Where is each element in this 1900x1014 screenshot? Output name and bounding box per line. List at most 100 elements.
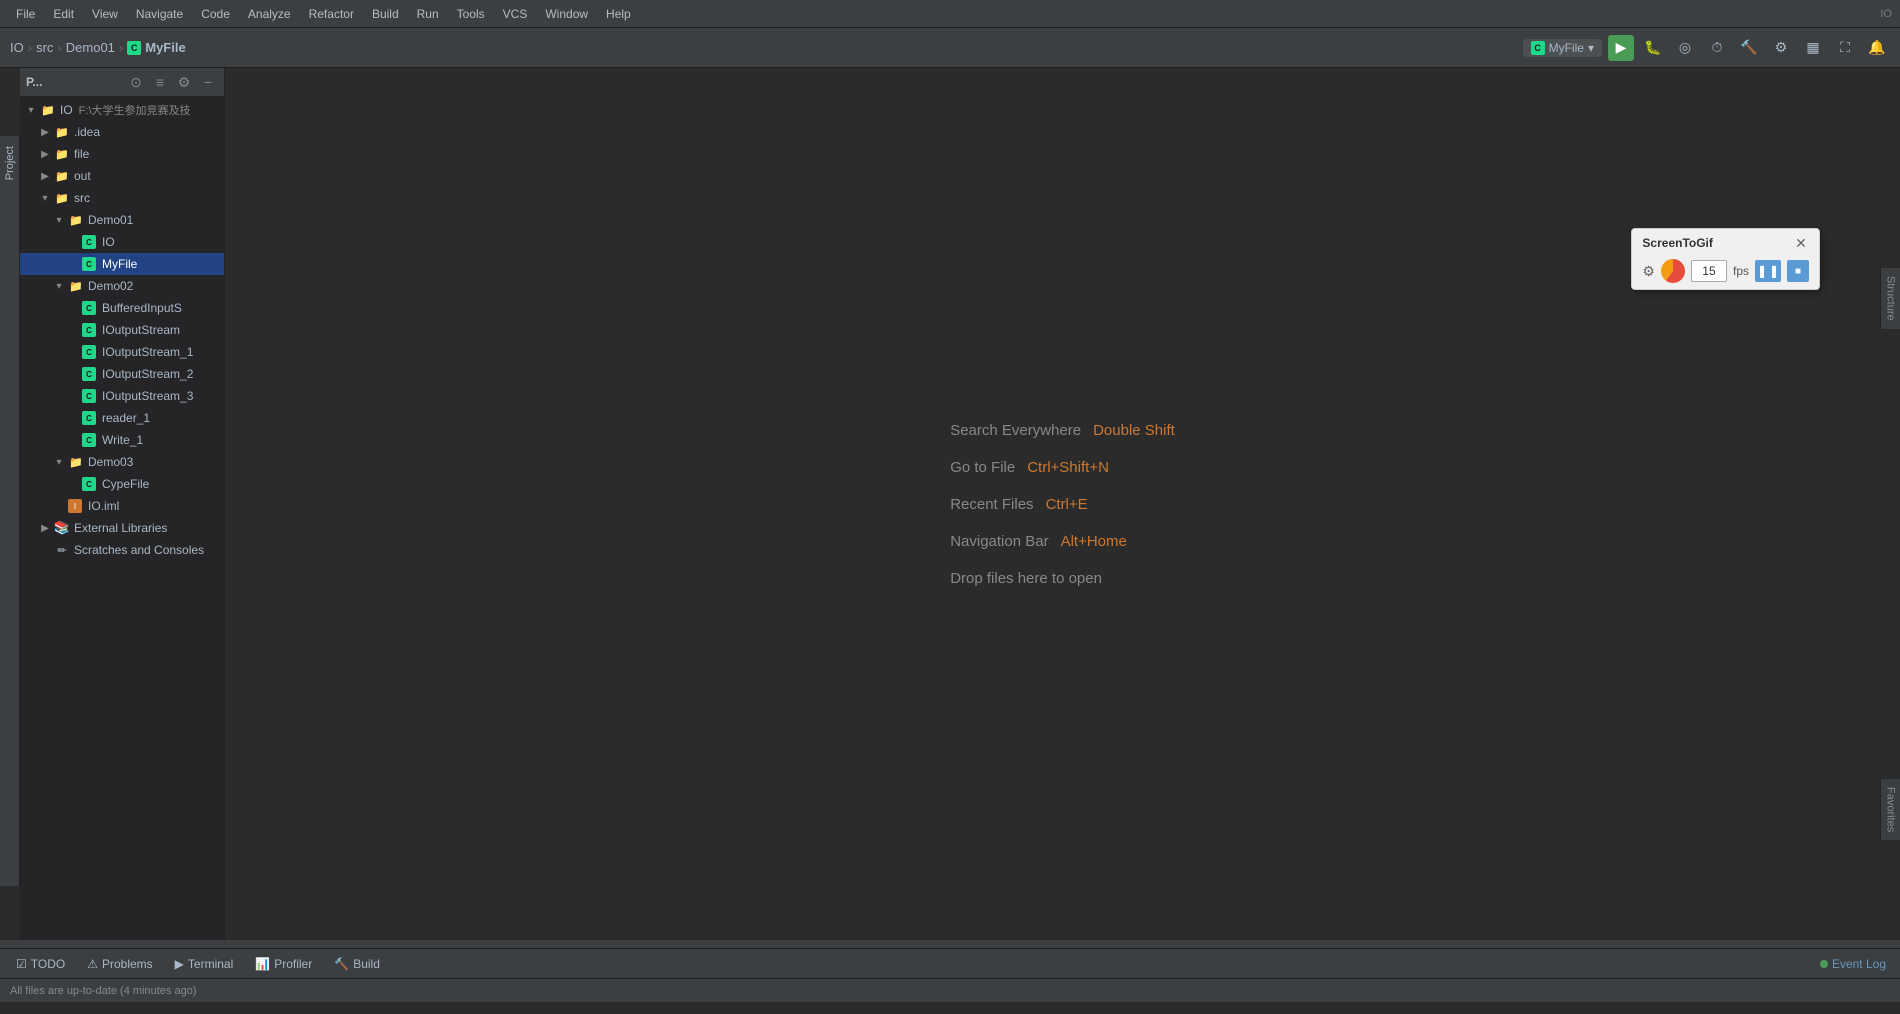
tree-item-out[interactable]: ▶ 📁 out [20, 165, 224, 187]
app-label: IO [1880, 8, 1892, 20]
hint-label-goto: Go to File [950, 459, 1015, 476]
coverage-button[interactable]: ◎ [1672, 35, 1698, 61]
debug-button[interactable]: 🐛 [1640, 35, 1666, 61]
tree-item-idea[interactable]: ▶ 📁 .idea [20, 121, 224, 143]
project-panel: P... ⊙ ≡ ⚙ − ▾ 📁 IO F:\大学生参加竞赛及技 ▶ 📁 .id… [20, 68, 225, 940]
menu-refactor[interactable]: Refactor [301, 5, 362, 23]
horizontal-scrollbar[interactable] [0, 940, 1900, 948]
class-icon: C [127, 41, 141, 55]
tree-root[interactable]: ▾ 📁 IO F:\大学生参加竞赛及技 [20, 99, 224, 121]
tab-profiler[interactable]: 📊 Profiler [245, 955, 322, 973]
layout-button[interactable]: ▦ [1800, 35, 1826, 61]
iml-icon: I [68, 499, 82, 513]
tree-item-reader[interactable]: ▶ C reader_1 [20, 407, 224, 429]
hint-recent-files[interactable]: Recent Files Ctrl+E [950, 496, 1175, 513]
status-message: All files are up-to-date (4 minutes ago) [10, 985, 196, 997]
tree-item-myfile[interactable]: ▶ C MyFile [20, 253, 224, 275]
tree-label-iml: IO.iml [88, 499, 119, 513]
breadcrumb: IO › src › Demo01 › C MyFile [10, 40, 186, 55]
tab-build[interactable]: 🔨 Build [324, 955, 390, 973]
tree-item-extlib[interactable]: ▶ 📚 External Libraries [20, 517, 224, 539]
notifications-button[interactable]: 🔔 [1864, 35, 1890, 61]
tree-item-iostream2[interactable]: ▶ C IOutputStream_2 [20, 363, 224, 385]
buffered-class-icon: C [82, 301, 96, 315]
tree-label-iostream3: IOutputStream_3 [102, 389, 193, 403]
proj-tool-collapse[interactable]: ≡ [150, 72, 170, 92]
event-log-label: Event Log [1832, 957, 1886, 971]
menu-help[interactable]: Help [598, 5, 639, 23]
menu-bar: File Edit View Navigate Code Analyze Ref… [0, 0, 1900, 28]
menu-edit[interactable]: Edit [45, 5, 82, 23]
iostream3-class-icon: C [82, 389, 96, 403]
event-log[interactable]: Event Log [1812, 955, 1894, 973]
stg-close-button[interactable]: ✕ [1793, 235, 1809, 251]
hint-shortcut-recent: Ctrl+E [1046, 496, 1088, 513]
build-icon: 🔨 [334, 957, 349, 971]
menu-code[interactable]: Code [193, 5, 238, 23]
tree-item-src[interactable]: ▾ 📁 src [20, 187, 224, 209]
tree-item-io[interactable]: ▶ C IO [20, 231, 224, 253]
proj-tool-minimize[interactable]: − [198, 72, 218, 92]
tab-profiler-label: Profiler [274, 957, 312, 971]
file-folder-icon: 📁 [54, 146, 70, 162]
io-class-icon: C [82, 235, 96, 249]
stg-pause-button[interactable]: ❚❚ [1755, 260, 1781, 282]
favorites-tab[interactable]: Favorites [1883, 783, 1899, 836]
tree-label-demo01: Demo01 [88, 213, 133, 227]
menu-run[interactable]: Run [409, 5, 447, 23]
profile-button[interactable]: ⏱ [1704, 35, 1730, 61]
menu-navigate[interactable]: Navigate [128, 5, 191, 23]
menu-build[interactable]: Build [364, 5, 407, 23]
tab-terminal[interactable]: ▶ Terminal [165, 955, 244, 973]
stg-circle[interactable] [1661, 259, 1685, 283]
tree-item-iml[interactable]: ▶ I IO.iml [20, 495, 224, 517]
expand-button[interactable]: ⛶ [1832, 35, 1858, 61]
tree-label-src: src [74, 191, 90, 205]
tree-item-iostream3[interactable]: ▶ C IOutputStream_3 [20, 385, 224, 407]
tree-item-demo02[interactable]: ▾ 📁 Demo02 [20, 275, 224, 297]
tree-item-buffered[interactable]: ▶ C BufferedInputS [20, 297, 224, 319]
menu-file[interactable]: File [8, 5, 43, 23]
proj-tool-locate[interactable]: ⊙ [126, 72, 146, 92]
breadcrumb-src[interactable]: src [36, 40, 53, 55]
run-config-chevron: ▾ [1588, 41, 1594, 55]
tree-item-scratches[interactable]: ▶ ✏ Scratches and Consoles [20, 539, 224, 561]
tree-item-demo01[interactable]: ▾ 📁 Demo01 [20, 209, 224, 231]
stg-fps-input[interactable] [1691, 260, 1727, 282]
tree-item-iostream1[interactable]: ▶ C IOutputStream_1 [20, 341, 224, 363]
breadcrumb-io[interactable]: IO [10, 40, 24, 55]
tree-label-idea: .idea [74, 125, 100, 139]
hint-search-everywhere[interactable]: Search Everywhere Double Shift [950, 422, 1175, 439]
project-side-tab[interactable]: Project [2, 140, 18, 186]
menu-window[interactable]: Window [537, 5, 596, 23]
tree-item-iostream[interactable]: ▶ C IOutputStream [20, 319, 224, 341]
breadcrumb-demo01[interactable]: Demo01 [66, 40, 115, 55]
menu-view[interactable]: View [84, 5, 126, 23]
breadcrumb-active[interactable]: MyFile [145, 40, 185, 55]
tree-item-file[interactable]: ▶ 📁 file [20, 143, 224, 165]
run-config-selector[interactable]: C MyFile ▾ [1523, 39, 1602, 57]
structure-tab[interactable]: Structure [1883, 272, 1899, 325]
stg-stop-button[interactable]: ■ [1787, 260, 1809, 282]
tree-label-io: IO [102, 235, 115, 249]
menu-tools[interactable]: Tools [449, 5, 493, 23]
stg-gear-icon[interactable]: ⚙ [1642, 263, 1655, 280]
hint-goto-file[interactable]: Go to File Ctrl+Shift+N [950, 459, 1175, 476]
tree-label-iostream1: IOutputStream_1 [102, 345, 193, 359]
tab-todo[interactable]: ☑ TODO [6, 955, 75, 973]
extlib-icon: 📚 [54, 520, 70, 536]
tree-item-write[interactable]: ▶ C Write_1 [20, 429, 224, 451]
menu-analyze[interactable]: Analyze [240, 5, 299, 23]
menu-vcs[interactable]: VCS [495, 5, 536, 23]
proj-tool-settings[interactable]: ⚙ [174, 72, 194, 92]
hint-navigation-bar[interactable]: Navigation Bar Alt+Home [950, 533, 1175, 550]
build-button[interactable]: 🔨 [1736, 35, 1762, 61]
tree-item-cype[interactable]: ▶ C CypeFile [20, 473, 224, 495]
status-bar: All files are up-to-date (4 minutes ago) [0, 978, 1900, 1002]
src-folder-icon: 📁 [54, 190, 70, 206]
tab-problems[interactable]: ⚠ Problems [77, 955, 162, 973]
tab-build-label: Build [353, 957, 380, 971]
run-button[interactable]: ▶ [1608, 35, 1634, 61]
settings-button[interactable]: ⚙ [1768, 35, 1794, 61]
tree-item-demo03[interactable]: ▾ 📁 Demo03 [20, 451, 224, 473]
